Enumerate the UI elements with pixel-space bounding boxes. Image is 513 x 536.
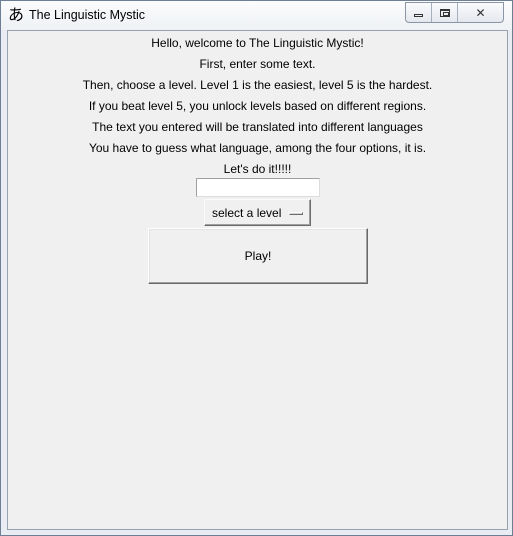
main-panel: Hello, welcome to The Linguistic Mystic!… <box>7 30 508 530</box>
maximize-icon <box>439 8 450 17</box>
text-entry-field[interactable] <box>196 178 320 197</box>
instruction-enter-text: First, enter some text. <box>199 57 316 71</box>
close-button[interactable]: ✕ <box>458 3 503 22</box>
maximize-button[interactable] <box>432 3 458 22</box>
instruction-choose-level: Then, choose a level. Level 1 is the eas… <box>82 78 433 92</box>
option-menu-indicator-icon <box>289 212 303 215</box>
minimize-button[interactable] <box>406 3 432 22</box>
window-controls: ✕ <box>405 2 504 23</box>
app-window: あ The Linguistic Mystic ✕ Hello, welcome… <box>0 0 513 536</box>
close-icon: ✕ <box>475 5 486 20</box>
play-button[interactable]: Play! <box>148 228 368 284</box>
instruction-unlock-regions: If you beat level 5, you unlock levels b… <box>88 99 427 113</box>
title-bar[interactable]: あ The Linguistic Mystic ✕ <box>1 1 512 30</box>
minimize-icon <box>414 14 423 17</box>
level-select-menu[interactable]: select a level <box>204 199 311 226</box>
lets-do-it-text: Let's do it!!!!! <box>223 162 292 176</box>
window-title: The Linguistic Mystic <box>29 8 146 22</box>
level-select-label: select a level <box>212 206 282 220</box>
instruction-guess-language: You have to guess what language, among t… <box>88 141 427 155</box>
welcome-text: Hello, welcome to The Linguistic Mystic! <box>151 36 364 50</box>
hiragana-a-icon: あ <box>7 5 24 24</box>
instruction-translation: The text you entered will be translated … <box>92 120 423 134</box>
